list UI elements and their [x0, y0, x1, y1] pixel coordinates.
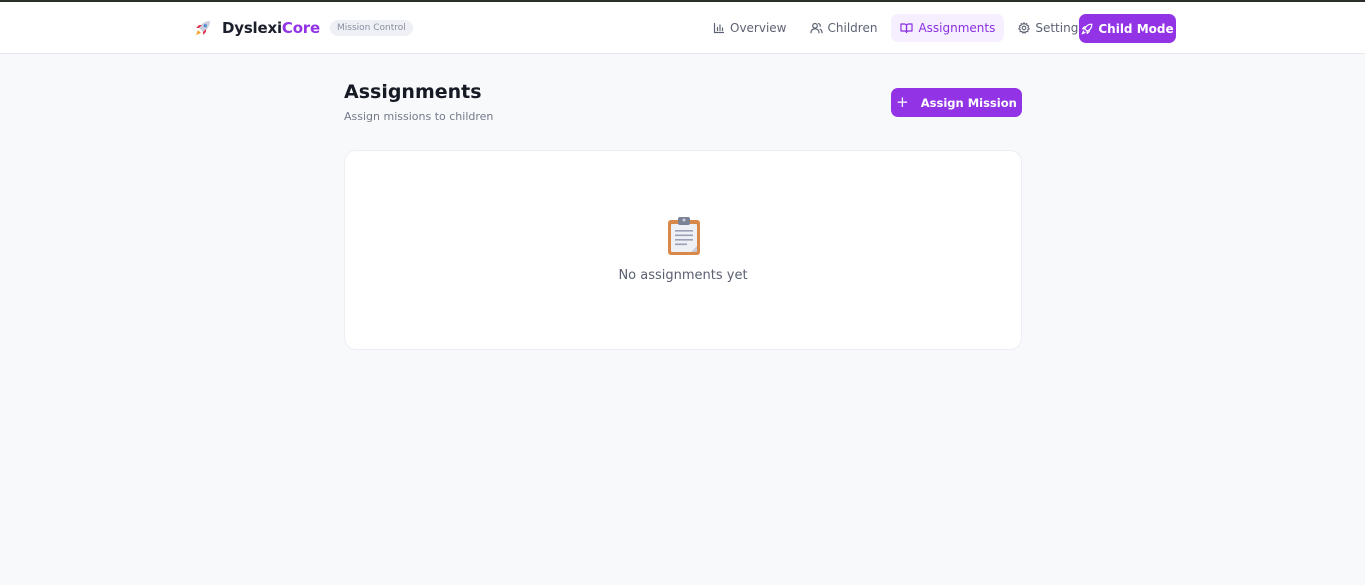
nav-item-label: Assignments — [918, 21, 996, 35]
book-open-icon — [900, 23, 914, 34]
brand[interactable]: DyslexiCore Mission Control — [192, 17, 413, 39]
main-nav: Overview Children Assignments Settings — [704, 14, 1099, 42]
empty-state-text: No assignments yet — [618, 268, 748, 283]
brand-name-part1: Dyslexi — [222, 19, 282, 37]
clipboard-icon — [668, 217, 700, 255]
page-title: Assignments — [344, 81, 482, 103]
top-navbar: DyslexiCore Mission Control Overview Chi… — [0, 2, 1365, 54]
assignments-empty-card: No assignments yet — [344, 150, 1022, 350]
assign-mission-button[interactable]: + Assign Mission — [891, 88, 1022, 117]
nav-item-children[interactable]: Children — [801, 14, 887, 42]
nav-item-overview[interactable]: Overview — [704, 14, 796, 42]
page-subtitle: Assign missions to children — [344, 110, 494, 123]
brand-name: DyslexiCore — [222, 19, 320, 37]
assign-mission-label: Assign Mission — [920, 95, 1017, 110]
gear-icon — [1018, 22, 1031, 34]
nav-item-label: Children — [827, 21, 878, 35]
nav-item-label: Overview — [730, 21, 787, 35]
nav-item-label: Settings — [1035, 21, 1085, 35]
users-icon — [809, 22, 823, 34]
child-mode-button[interactable]: Child Mode — [1079, 14, 1176, 43]
brand-name-part2: Core — [281, 19, 320, 37]
rocket-icon — [1081, 23, 1093, 34]
bar-chart-icon — [713, 22, 725, 34]
brand-badge: Mission Control — [329, 20, 413, 36]
nav-item-assignments[interactable]: Assignments — [891, 14, 1005, 42]
child-mode-label: Child Mode — [1098, 21, 1174, 36]
plus-icon: + — [896, 93, 909, 111]
rocket-icon — [192, 17, 214, 39]
